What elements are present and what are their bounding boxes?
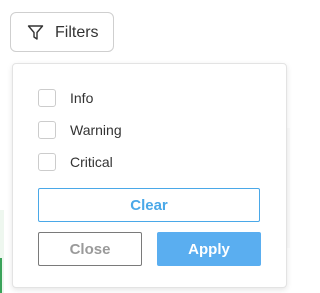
- clear-button[interactable]: Clear: [38, 188, 260, 222]
- filters-button[interactable]: Filters: [10, 12, 114, 52]
- filter-option-critical[interactable]: Critical: [38, 151, 113, 173]
- background-status-strip: [0, 258, 2, 293]
- checkbox-info[interactable]: [38, 89, 56, 107]
- filters-button-label: Filters: [55, 24, 99, 41]
- filter-option-info[interactable]: Info: [38, 87, 93, 109]
- checkbox-critical[interactable]: [38, 153, 56, 171]
- filter-option-label: Critical: [70, 154, 113, 170]
- checkbox-warning[interactable]: [38, 121, 56, 139]
- page: Filters Info Warning Critical Clear Clos…: [0, 0, 290, 293]
- funnel-icon: [27, 24, 44, 41]
- filter-option-label: Info: [70, 90, 94, 106]
- filter-dropdown-panel: Info Warning Critical Clear Close Apply: [12, 63, 287, 288]
- filter-option-label: Warning: [70, 122, 122, 138]
- filter-option-warning[interactable]: Warning: [38, 119, 122, 141]
- close-button[interactable]: Close: [38, 232, 142, 266]
- apply-button[interactable]: Apply: [157, 232, 261, 266]
